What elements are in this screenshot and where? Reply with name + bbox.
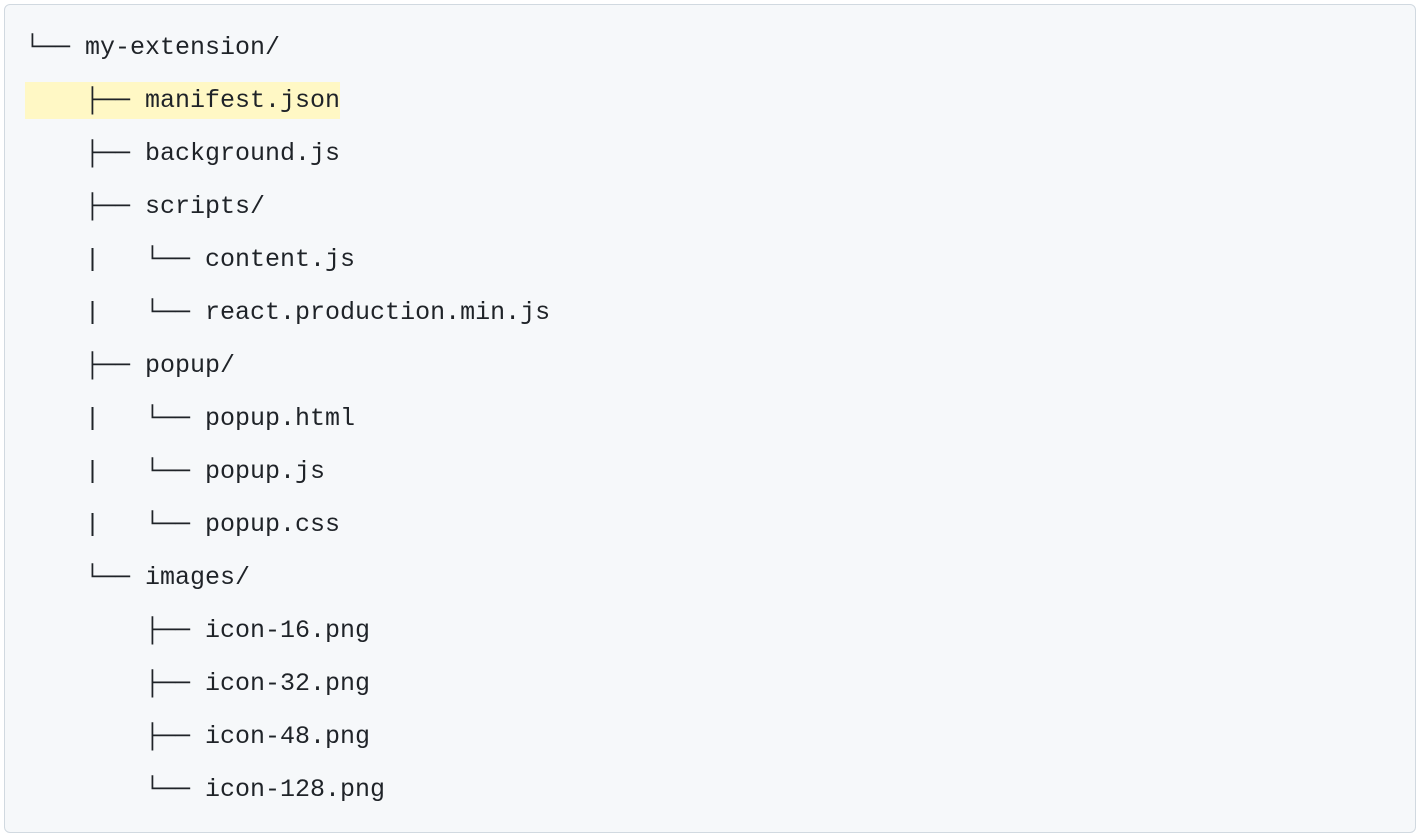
tree-item-name: my-extension/ [85,29,280,67]
tree-prefix: | └── [25,241,205,279]
tree-prefix: ├── [25,612,205,650]
tree-prefix: | └── [25,506,205,544]
tree-item-name: manifest.json [145,86,340,115]
tree-prefix: ├── [25,718,205,756]
tree-row-8: | └── popup.js [5,445,1415,498]
tree-item-name: scripts/ [145,188,265,226]
tree-prefix: | └── [25,453,205,491]
tree-prefix: | └── [25,400,205,438]
tree-prefix: ├── [25,188,145,226]
tree-row-4: | └── content.js [5,233,1415,286]
tree-item-name: popup.js [205,453,325,491]
tree-row-7: | └── popup.html [5,392,1415,445]
tree-prefix: | └── [25,294,205,332]
tree-item-name: images/ [145,559,250,597]
tree-row-0: └── my-extension/ [5,21,1415,74]
tree-row-14: └── icon-128.png [5,763,1415,816]
tree-item-name: icon-128.png [205,771,385,809]
file-tree-container: └── my-extension/ ├── manifest.json ├── … [4,4,1416,833]
tree-prefix: └── [25,771,205,809]
tree-item-name: background.js [145,135,340,173]
tree-item-name: content.js [205,241,355,279]
tree-item-name: popup/ [145,347,235,385]
tree-item-name: popup.css [205,506,340,544]
tree-row-5: | └── react.production.min.js [5,286,1415,339]
tree-row-1: ├── manifest.json [5,74,1415,127]
tree-row-2: ├── background.js [5,127,1415,180]
tree-row-12: ├── icon-32.png [5,657,1415,710]
tree-item-name: react.production.min.js [205,294,550,332]
tree-row-6: ├── popup/ [5,339,1415,392]
tree-item-name: icon-32.png [205,665,370,703]
tree-row-10: └── images/ [5,551,1415,604]
tree-item-name: icon-48.png [205,718,370,756]
tree-item-name: icon-16.png [205,612,370,650]
tree-prefix: └── [25,559,145,597]
tree-prefix: ├── [25,665,205,703]
tree-prefix: └── [25,29,85,67]
tree-row-13: ├── icon-48.png [5,710,1415,763]
tree-prefix: ├── [25,135,145,173]
tree-row-9: | └── popup.css [5,498,1415,551]
tree-prefix: ├── [25,86,145,115]
tree-row-3: ├── scripts/ [5,180,1415,233]
tree-prefix: ├── [25,347,145,385]
tree-row-11: ├── icon-16.png [5,604,1415,657]
tree-item-name: popup.html [205,400,355,438]
